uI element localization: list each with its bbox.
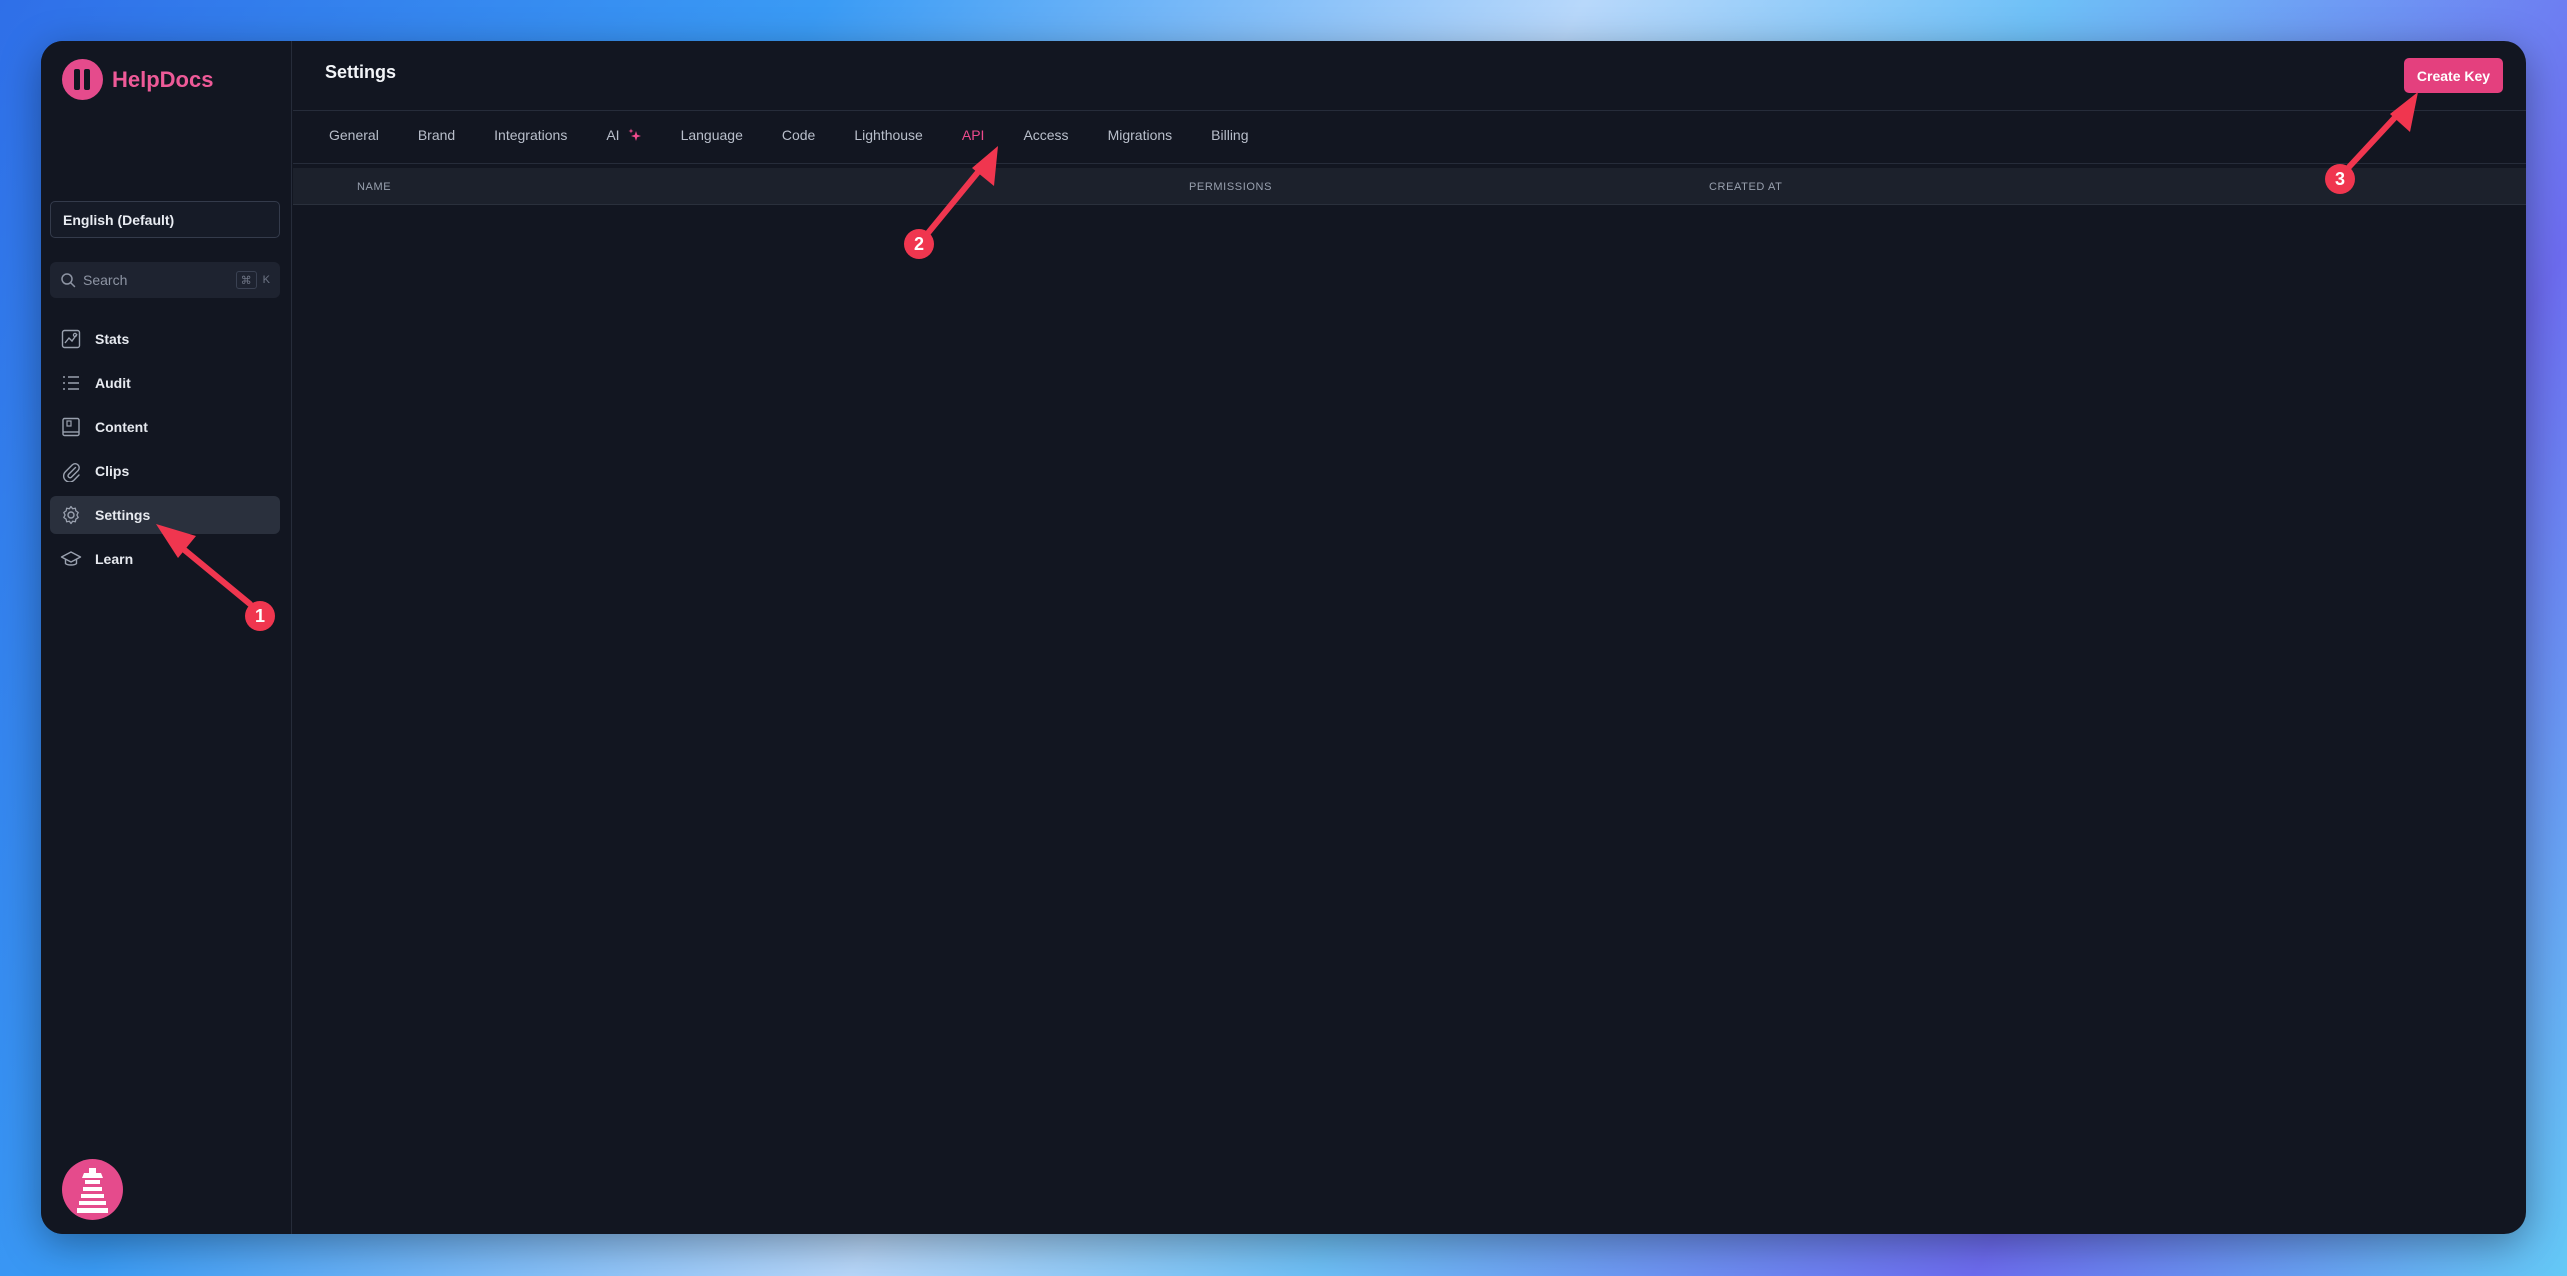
sidebar-item-audit[interactable]: Audit bbox=[50, 364, 280, 402]
app-window: HelpDocs English (Default) Search ⌘ K St… bbox=[41, 41, 2526, 1234]
sidebar-item-learn[interactable]: Learn bbox=[50, 540, 280, 578]
sparkle-icon bbox=[628, 128, 641, 141]
tab-ai[interactable]: AI bbox=[606, 127, 641, 143]
settings-tabs: General Brand Integrations AI Language C… bbox=[329, 127, 1288, 143]
sidebar-item-stats[interactable]: Stats bbox=[50, 320, 280, 358]
main-panel: Settings Create Key General Brand Integr… bbox=[293, 41, 2526, 1234]
tab-access[interactable]: Access bbox=[1023, 127, 1068, 143]
tab-integrations[interactable]: Integrations bbox=[494, 127, 567, 143]
graduation-cap-icon bbox=[60, 551, 82, 566]
tab-migrations[interactable]: Migrations bbox=[1108, 127, 1173, 143]
avatar[interactable] bbox=[62, 1159, 123, 1220]
stats-icon bbox=[61, 329, 81, 349]
sidebar-item-label: Clips bbox=[95, 463, 130, 479]
logo-text: HelpDocs bbox=[112, 66, 214, 92]
create-key-button[interactable]: Create Key bbox=[2404, 58, 2503, 93]
search-icon bbox=[61, 273, 76, 288]
tab-brand[interactable]: Brand bbox=[418, 127, 455, 143]
api-keys-table-header: NAME PERMISSIONS CREATED AT bbox=[293, 168, 2526, 205]
search-placeholder: Search bbox=[83, 272, 128, 288]
sidebar-item-clips[interactable]: Clips bbox=[50, 452, 280, 490]
helpdocs-logo-icon bbox=[62, 59, 103, 100]
paperclip-icon bbox=[63, 463, 80, 482]
tab-language[interactable]: Language bbox=[681, 127, 743, 143]
tab-general[interactable]: General bbox=[329, 127, 379, 143]
tab-billing[interactable]: Billing bbox=[1211, 127, 1248, 143]
sidebar-item-label: Content bbox=[95, 419, 148, 435]
command-key: ⌘ bbox=[235, 271, 257, 289]
list-icon bbox=[63, 376, 79, 390]
header-divider bbox=[293, 110, 2526, 111]
tab-lighthouse[interactable]: Lighthouse bbox=[854, 127, 923, 143]
column-name: NAME bbox=[357, 181, 392, 193]
page-title: Settings bbox=[325, 62, 397, 82]
sidebar-item-label: Settings bbox=[95, 507, 151, 523]
sidebar-item-label: Learn bbox=[95, 551, 134, 567]
logo[interactable]: HelpDocs bbox=[62, 59, 213, 100]
sidebar: HelpDocs English (Default) Search ⌘ K St… bbox=[41, 41, 292, 1234]
sidebar-item-label: Audit bbox=[95, 375, 131, 391]
lighthouse-icon bbox=[77, 1168, 108, 1213]
sidebar-item-label: Stats bbox=[95, 331, 130, 347]
search-input[interactable]: Search ⌘ K bbox=[50, 262, 280, 298]
search-shortcut: ⌘ K bbox=[235, 271, 270, 289]
sidebar-item-settings[interactable]: Settings bbox=[50, 496, 280, 534]
book-icon bbox=[62, 417, 80, 437]
sidebar-item-content[interactable]: Content bbox=[50, 408, 280, 446]
tabs-divider bbox=[293, 163, 2526, 164]
column-created-at: CREATED AT bbox=[1709, 181, 1783, 193]
tab-code[interactable]: Code bbox=[782, 127, 815, 143]
gear-icon bbox=[63, 505, 79, 525]
column-permissions: PERMISSIONS bbox=[1189, 181, 1273, 193]
sidebar-nav: Stats Audit Content Clips Settings Learn bbox=[50, 320, 280, 584]
k-key: K bbox=[262, 274, 270, 286]
language-select[interactable]: English (Default) bbox=[50, 201, 280, 238]
tab-ai-label: AI bbox=[606, 127, 620, 143]
tab-api[interactable]: API bbox=[962, 127, 985, 143]
